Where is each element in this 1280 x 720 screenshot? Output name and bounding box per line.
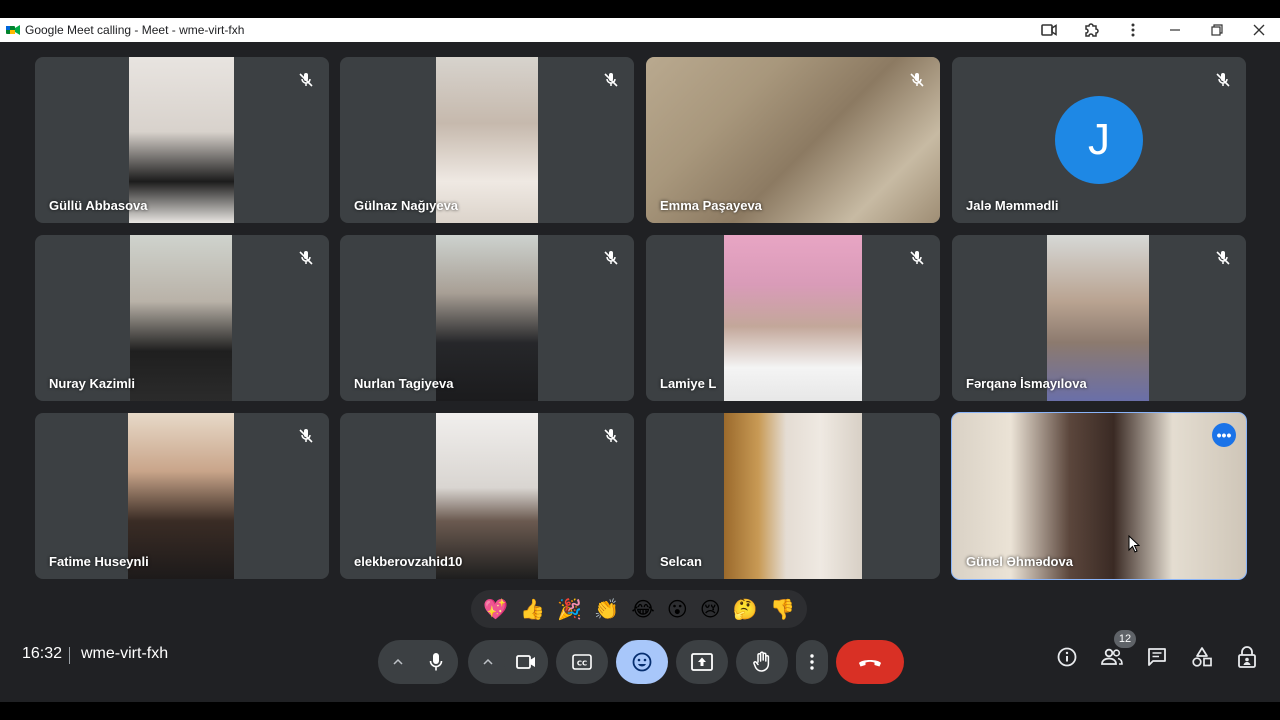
extensions-icon[interactable] <box>1070 18 1112 42</box>
minimize-icon[interactable] <box>1154 18 1196 42</box>
host-controls-button[interactable] <box>1234 644 1260 670</box>
present-screen-icon <box>691 653 713 671</box>
participant-tile-active-speaker[interactable]: ••• Günel Əhmədova <box>951 412 1247 580</box>
participant-name: Fatime Huseynli <box>49 554 149 569</box>
surprised-reaction[interactable]: 😮 <box>667 597 688 621</box>
participant-name: Günel Əhmədova <box>966 554 1073 569</box>
lock-person-icon <box>1238 646 1256 668</box>
hang-up-icon <box>859 660 881 667</box>
thumbs-down-reaction[interactable]: 👎 <box>770 597 795 621</box>
participant-video <box>724 413 862 579</box>
muted-mic-icon <box>910 73 924 87</box>
participant-name: Emma Paşayeva <box>660 198 762 213</box>
muted-mic-icon <box>604 429 618 443</box>
window-titlebar: Google Meet calling - Meet - wme-virt-fx… <box>0 18 1280 42</box>
camera-app-icon[interactable] <box>1028 18 1070 42</box>
muted-mic-icon <box>604 73 618 87</box>
avatar-letter: J <box>1088 115 1110 164</box>
camera-icon <box>516 655 535 669</box>
muted-mic-icon <box>604 251 618 265</box>
chat-icon <box>1148 648 1166 666</box>
reactions-bar: 💖 👍 🎉 👏 😂 😮 😢 🤔 👎 <box>471 590 807 628</box>
participant-name: Gülnaz Nağıyeva <box>354 198 459 213</box>
participant-tile[interactable]: Emma Paşayeva <box>646 57 940 223</box>
participant-name: Nurlan Tagiyeva <box>354 376 454 391</box>
captions-button[interactable]: CC <box>556 640 608 684</box>
raise-hand-icon <box>753 651 770 672</box>
window-title: Google Meet calling - Meet - wme-virt-fx… <box>25 23 245 37</box>
people-icon <box>1101 648 1123 665</box>
party-popper-reaction[interactable]: 🎉 <box>557 597 582 621</box>
participant-tile[interactable]: Güllü Abbasova <box>35 57 329 223</box>
participant-tile[interactable]: Gülnaz Nağıyeva <box>340 57 634 223</box>
raise-hand-button[interactable] <box>736 640 788 684</box>
more-options-button[interactable] <box>796 640 828 684</box>
muted-mic-icon <box>299 73 313 87</box>
mouse-cursor-icon <box>1128 535 1140 553</box>
participant-name: Güllü Abbasova <box>49 198 148 213</box>
meeting-code: wme-virt-fxh <box>81 645 169 662</box>
sparkling-heart-reaction[interactable]: 💖 <box>483 597 508 621</box>
present-screen-button[interactable] <box>676 640 728 684</box>
participants-count-badge: 12 <box>1114 630 1136 648</box>
participant-avatar: J <box>1055 96 1143 184</box>
thumbs-up-reaction[interactable]: 👍 <box>520 597 545 621</box>
divider <box>69 647 70 664</box>
window-menu-icon[interactable] <box>1112 18 1154 42</box>
end-call-button[interactable] <box>836 640 904 684</box>
meet-app: Güllü Abbasova Gülnaz Nağıyeva Emma Paşa… <box>0 42 1280 702</box>
microphone-icon <box>429 653 443 671</box>
more-options-icon[interactable]: ••• <box>1212 423 1236 447</box>
info-icon <box>1057 647 1077 667</box>
participant-tile[interactable]: Selcan <box>646 413 940 579</box>
participant-tile[interactable]: Fatime Huseynli <box>35 413 329 579</box>
reactions-button[interactable] <box>616 640 668 684</box>
participant-video <box>724 235 862 401</box>
muted-mic-icon <box>1216 73 1230 87</box>
microphone-button[interactable] <box>414 640 458 684</box>
meeting-details-button[interactable] <box>1054 644 1080 670</box>
participant-tile[interactable]: Nurlan Tagiyeva <box>340 235 634 401</box>
restore-icon[interactable] <box>1196 18 1238 42</box>
participant-name: Fərqanə İsmayılova <box>966 376 1087 391</box>
activities-button[interactable] <box>1189 644 1215 670</box>
camera-button[interactable] <box>504 640 548 684</box>
activities-icon <box>1192 647 1212 667</box>
participant-name: Lamiye L <box>660 376 717 391</box>
participant-tile[interactable]: elekberovzahid10 <box>340 413 634 579</box>
more-vert-icon <box>810 654 814 670</box>
participant-tile[interactable]: Lamiye L <box>646 235 940 401</box>
participant-tile[interactable]: Nuray Kazimli <box>35 235 329 401</box>
participant-name: Nuray Kazimli <box>49 376 135 391</box>
muted-mic-icon <box>910 251 924 265</box>
participant-tile[interactable]: Fərqanə İsmayılova <box>952 235 1246 401</box>
clapping-reaction[interactable]: 👏 <box>594 597 619 621</box>
laughing-reaction[interactable]: 😂 <box>631 597 654 621</box>
meeting-time: 16:32 <box>22 645 63 662</box>
muted-mic-icon <box>1216 251 1230 265</box>
crying-reaction[interactable]: 😢 <box>700 597 721 621</box>
bottom-control-bar: 16:32 wme-virt-fxh CC 12 <box>0 630 1280 702</box>
muted-mic-icon <box>299 429 313 443</box>
muted-mic-icon <box>299 251 313 265</box>
emoji-icon <box>632 652 652 672</box>
screen: Google Meet calling - Meet - wme-virt-fx… <box>0 0 1280 720</box>
participant-name: Selcan <box>660 554 702 569</box>
participant-tile[interactable]: J Jalə Məmmədli <box>952 57 1246 223</box>
participant-name: Jalə Məmmədli <box>966 198 1059 213</box>
thinking-reaction[interactable]: 🤔 <box>733 597 758 621</box>
close-icon[interactable] <box>1238 18 1280 42</box>
participant-video <box>130 235 232 401</box>
meet-logo-icon <box>6 23 20 37</box>
svg-text:CC: CC <box>577 660 587 668</box>
participant-name: elekberovzahid10 <box>354 554 463 569</box>
captions-icon: CC <box>572 654 592 670</box>
chat-button[interactable] <box>1144 644 1170 670</box>
audio-settings-chevron-icon[interactable] <box>384 640 412 684</box>
video-settings-chevron-icon[interactable] <box>474 640 502 684</box>
